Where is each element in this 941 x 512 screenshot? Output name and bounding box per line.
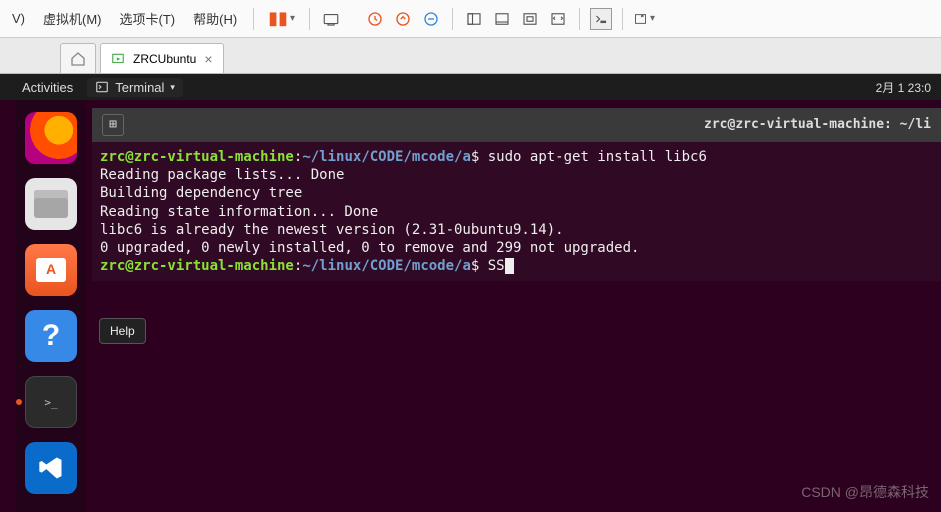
- snapshot-manager-icon[interactable]: [420, 8, 442, 30]
- help-launcher[interactable]: ?: [25, 310, 77, 362]
- software-launcher[interactable]: [25, 244, 77, 296]
- app-menu[interactable]: Terminal ▾: [87, 78, 183, 97]
- terminal-launcher[interactable]: >_: [25, 376, 77, 428]
- vm-running-icon: [111, 52, 125, 66]
- view-console-icon[interactable]: [491, 8, 513, 30]
- vscode-launcher[interactable]: [25, 442, 77, 494]
- view-single-icon[interactable]: [463, 8, 485, 30]
- terminal-window: ⊞ zrc@zrc-virtual-machine: ~/li zrc@zrc-…: [92, 108, 941, 281]
- vm-tab-bar: ZRCUbuntu ×: [0, 38, 941, 74]
- separator: [309, 8, 310, 30]
- tab-title: ZRCUbuntu: [133, 52, 196, 66]
- separator: [253, 8, 254, 30]
- firefox-launcher[interactable]: [25, 112, 77, 164]
- vmware-menubar: V) 虚拟机(M) 选项卡(T) 帮助(H) ▮▮▾ ▾: [0, 0, 941, 38]
- separator: [452, 8, 453, 30]
- app-menu-label: Terminal: [115, 80, 164, 95]
- guest-desktop: Activities Terminal ▾ 2月 1 23:0 ? >_ ⊞ z…: [0, 74, 941, 512]
- gnome-top-panel: Activities Terminal ▾ 2月 1 23:0: [0, 74, 941, 100]
- send-ctrl-alt-del-icon[interactable]: [320, 8, 342, 30]
- workspace: ⊞ zrc@zrc-virtual-machine: ~/li zrc@zrc-…: [86, 100, 941, 512]
- menu-vm[interactable]: 虚拟机(M): [37, 3, 108, 34]
- terminal-title: zrc@zrc-virtual-machine: ~/li: [124, 117, 931, 134]
- cursor: [505, 258, 514, 274]
- pause-button[interactable]: ▮▮▾: [264, 8, 299, 29]
- separator: [622, 8, 623, 30]
- new-tab-button[interactable]: ⊞: [102, 114, 124, 136]
- view-fit-icon[interactable]: [519, 8, 541, 30]
- vm-tab[interactable]: ZRCUbuntu ×: [100, 43, 224, 73]
- home-tab[interactable]: [60, 43, 96, 73]
- chevron-down-icon: ▾: [170, 82, 175, 93]
- terminal-titlebar[interactable]: ⊞ zrc@zrc-virtual-machine: ~/li: [92, 108, 941, 142]
- close-icon[interactable]: ×: [204, 51, 212, 67]
- help-tooltip: Help: [99, 318, 146, 344]
- terminal-body[interactable]: zrc@zrc-virtual-machine:~/linux/CODE/mco…: [92, 142, 941, 281]
- separator: [579, 8, 580, 30]
- menu-v[interactable]: V): [6, 5, 31, 32]
- snapshot-icon[interactable]: [364, 8, 386, 30]
- unity-mode-icon[interactable]: [590, 8, 612, 30]
- activities-button[interactable]: Activities: [22, 80, 73, 95]
- terminal-icon: [95, 80, 109, 94]
- menu-help[interactable]: 帮助(H): [187, 3, 243, 34]
- fullscreen-icon[interactable]: ▾: [633, 8, 655, 30]
- clock[interactable]: 2月 1 23:0: [876, 79, 931, 96]
- watermark: CSDN @昂德森科技: [801, 482, 929, 502]
- menu-tabs[interactable]: 选项卡(T): [114, 3, 182, 34]
- snapshot-revert-icon[interactable]: [392, 8, 414, 30]
- files-launcher[interactable]: [25, 178, 77, 230]
- view-stretch-icon[interactable]: [547, 8, 569, 30]
- dock: ? >_: [16, 100, 86, 512]
